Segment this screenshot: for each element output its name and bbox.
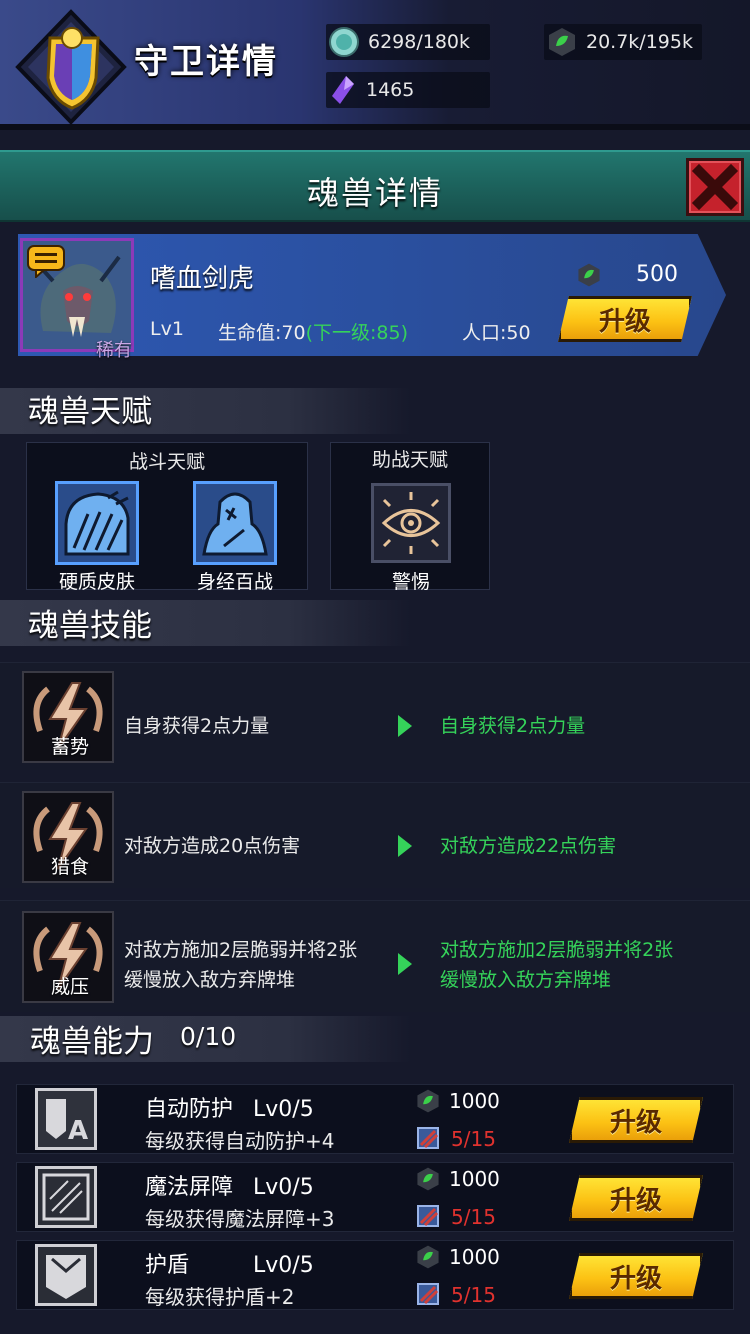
ability-cost: 1000 [449, 1245, 500, 1269]
beast-hp-label: 生命值:70 [218, 322, 306, 344]
lightning-skill-icon[interactable]: 蓄势 [22, 671, 114, 763]
upgrade-label: 升级 [609, 1107, 662, 1138]
abilities-progress: 0/10 [180, 1022, 237, 1051]
abilities-title: 魂兽能力 [30, 1024, 154, 1060]
leaf-resource: 20.7k/195k [544, 24, 702, 60]
auto-defense-icon[interactable]: A [35, 1088, 97, 1150]
beast-hp: 生命值:70(下一级:85) [218, 318, 408, 345]
ability-desc: 每级获得自动防护+4 [145, 1129, 335, 1153]
page-title: 守卫详情 [134, 42, 278, 82]
combat-talent-panel: 战斗天赋 硬质皮肤 身经百战 [26, 442, 308, 593]
ability-material-count: 5/15 [451, 1205, 496, 1229]
skill-name: 蓄势 [50, 736, 89, 758]
ability-row: 魔法屏障 Lv0/5 每级获得魔法屏障+3 1000 5/15 升级 [16, 1162, 734, 1232]
beast-hp-next: (下一级:85) [305, 322, 408, 344]
ability-level: Lv0/5 [253, 1097, 314, 1122]
skill-name: 猎食 [50, 856, 89, 878]
gem-resource: 1465 [326, 72, 490, 108]
chat-icon[interactable] [26, 244, 66, 278]
talent-name-alert: 警惕 [391, 571, 430, 593]
combat-talent-title: 战斗天赋 [128, 451, 205, 473]
skill-next-desc: 对敌方施加2层脆弱并将2张 缓慢放入敌方弃牌堆 [440, 935, 673, 995]
talent-name-armor: 硬质皮肤 [58, 571, 135, 593]
ability-level: Lv0/5 [253, 1253, 314, 1278]
beast-name: 嗜血剑虎 [150, 264, 255, 294]
skill-row: 猎食 对敌方造成20点伤害 对敌方造成22点伤害 [0, 782, 750, 888]
beast-level: Lv1 [150, 318, 184, 340]
ability-level: Lv0/5 [253, 1175, 314, 1200]
eye-icon[interactable] [371, 483, 451, 563]
beast-population: 人口:50 [462, 322, 531, 344]
skill-next-desc: 自身获得2点力量 [440, 715, 586, 737]
ability-desc: 每级获得护盾+2 [145, 1285, 295, 1309]
talent-name-veteran: 身经百战 [196, 571, 273, 593]
lightning-skill-icon[interactable]: 威压 [22, 911, 114, 1003]
skill-next-line: 缓慢放入敌方弃牌堆 [440, 969, 612, 991]
skill-row: 威压 对敌方施加2层脆弱并将2张 缓慢放入敌方弃牌堆 对敌方施加2层脆弱并将2张… [0, 900, 750, 1012]
leaf-orb-icon [417, 1167, 439, 1191]
ability-name: 自动防护 Lv0/5 [145, 1091, 314, 1123]
ability-material-count: 5/15 [451, 1127, 496, 1151]
skills-title: 魂兽技能 [28, 608, 152, 644]
ability-upgrade-button[interactable]: 升级 [569, 1253, 703, 1299]
crystal-amount: 6298/180k [368, 31, 471, 53]
ability-title: 护盾 [145, 1253, 190, 1278]
svg-text:A: A [68, 1116, 88, 1146]
upgrade-label: 升级 [598, 306, 651, 337]
detail-title: 魂兽详情 [306, 174, 443, 212]
leaf-amount: 20.7k/195k [586, 31, 693, 53]
support-talent-title: 助战天赋 [371, 449, 448, 471]
shard-material-icon [417, 1127, 439, 1149]
shard-material-icon [417, 1283, 439, 1305]
arrow-right-icon [398, 715, 412, 737]
ability-cost: 1000 [449, 1089, 500, 1113]
shield-icon[interactable] [35, 1244, 97, 1306]
ability-name: 护盾 Lv0/5 [145, 1247, 314, 1279]
crystal-coin-icon [329, 27, 359, 57]
lightning-skill-icon[interactable]: 猎食 [22, 791, 114, 883]
skill-current-desc: 自身获得2点力量 [124, 715, 270, 737]
skill-current-desc: 对敌方施加2层脆弱并将2张 缓慢放入敌方弃牌堆 [124, 935, 357, 995]
ability-row: A 自动防护 Lv0/5 每级获得自动防护+4 1000 5/15 升级 [16, 1084, 734, 1154]
skill-row: 蓄势 自身获得2点力量 自身获得2点力量 [0, 662, 750, 770]
close-button[interactable] [686, 158, 744, 216]
ability-upgrade-button[interactable]: 升级 [569, 1175, 703, 1221]
upgrade-label: 升级 [609, 1185, 662, 1216]
leaf-orb-icon [549, 28, 575, 56]
ability-row: 护盾 Lv0/5 每级获得护盾+2 1000 5/15 升级 [16, 1240, 734, 1310]
shard-material-icon [417, 1205, 439, 1227]
crystal-resource: 6298/180k [326, 24, 490, 60]
skill-next-line: 对敌方施加2层脆弱并将2张 [440, 939, 674, 961]
talents-title: 魂兽天赋 [28, 394, 152, 430]
support-talent-panel: 助战天赋 警惕 [330, 442, 490, 593]
close-icon [691, 163, 739, 211]
beast-upgrade-button[interactable]: 升级 [558, 296, 692, 342]
veteran-icon[interactable] [193, 481, 277, 565]
ability-title: 自动防护 [145, 1097, 234, 1122]
purple-gem-icon [332, 76, 354, 104]
skill-current-line: 对敌方施加2层脆弱并将2张 [124, 939, 358, 961]
magic-barrier-icon[interactable] [35, 1166, 97, 1228]
gem-amount: 1465 [366, 79, 415, 101]
leaf-orb-icon [417, 1089, 439, 1113]
ability-desc: 每级获得魔法屏障+3 [145, 1207, 335, 1231]
skill-current-line: 缓慢放入敌方弃牌堆 [124, 969, 296, 991]
ability-title: 魔法屏障 [145, 1175, 234, 1200]
arrow-right-icon [398, 953, 412, 975]
ability-material-count: 5/15 [451, 1283, 496, 1307]
beast-upgrade-cost: 500 [636, 262, 678, 287]
ability-upgrade-button[interactable]: 升级 [569, 1097, 703, 1143]
skill-current-desc: 对敌方造成20点伤害 [124, 835, 301, 857]
ability-name: 魔法屏障 Lv0/5 [145, 1169, 314, 1201]
leaf-orb-icon [417, 1245, 439, 1269]
rarity-label: 稀有 [96, 340, 132, 361]
guard-shield-icon [15, 9, 127, 125]
skill-name: 威压 [50, 976, 89, 998]
arrow-right-icon [398, 835, 412, 857]
leaf-orb-icon [578, 263, 600, 287]
upgrade-label: 升级 [609, 1263, 662, 1294]
armor-icon[interactable] [55, 481, 139, 565]
skill-next-desc: 对敌方造成22点伤害 [440, 835, 617, 857]
ability-cost: 1000 [449, 1167, 500, 1191]
